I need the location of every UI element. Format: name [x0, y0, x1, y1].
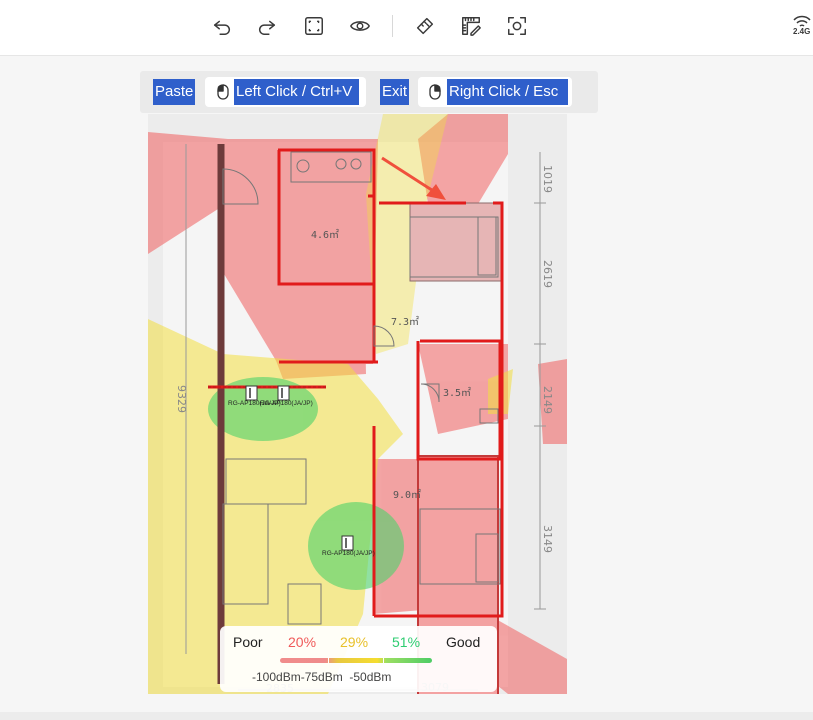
band-label: 2.4G — [793, 27, 811, 36]
legend-dbm-scale: -100dBm-75dBm -50dBm — [252, 670, 392, 684]
paste-label: Paste — [153, 79, 196, 105]
legend-mid-percent: 29% — [340, 634, 369, 650]
dimension-label: 2149 — [541, 386, 554, 414]
legend-tick — [383, 657, 384, 664]
bottom-bar — [0, 712, 813, 720]
toolbar: 2.4G — [0, 0, 813, 56]
undo-icon[interactable] — [209, 13, 235, 39]
room-area-label: 3.5㎡ — [443, 387, 471, 399]
signal-legend: Poor 20% 29% 51% Good -100dBm-75dBm -50d… — [220, 626, 497, 692]
exit-shortcut-text: Right Click / Esc — [447, 79, 568, 105]
legend-gradient-bar — [280, 658, 432, 663]
draw-wall-icon[interactable] — [458, 13, 484, 39]
dimension-label: 2619 — [541, 260, 554, 288]
eye-icon[interactable] — [347, 13, 373, 39]
paste-shortcut-text: Left Click / Ctrl+V — [234, 79, 359, 105]
legend-poor-percent: 20% — [288, 634, 317, 650]
redo-icon[interactable] — [254, 13, 280, 39]
toolbar-divider — [392, 15, 393, 37]
legend-good-percent: 51% — [392, 634, 421, 650]
floorplan-svg: 1019 2619 2149 3149 9329 2835 3079 4.6㎡ … — [148, 114, 567, 694]
legend-good-label: Good — [446, 634, 481, 650]
focus-scan-icon[interactable] — [504, 13, 530, 39]
dimension-label: 3149 — [541, 525, 554, 553]
ruler-icon[interactable] — [412, 13, 438, 39]
paste-hint-bar: Paste Left Click / Ctrl+V Exit Right Cli… — [140, 71, 598, 113]
paste-shortcut-chip: Left Click / Ctrl+V — [205, 77, 366, 107]
ap-label: RG-AP180(JA/JP) — [322, 550, 375, 557]
room-area-label: 7.3㎡ — [391, 316, 419, 328]
mouse-left-click-icon — [217, 84, 229, 100]
exit-label: Exit — [380, 79, 410, 105]
legend-poor-label: Poor — [233, 634, 263, 650]
legend-tick — [328, 657, 329, 664]
ap-label: RG-AP180(JA/JP) — [260, 400, 313, 407]
room-area-label: 4.6㎡ — [311, 229, 339, 241]
floorplan-canvas[interactable]: 1019 2619 2149 3149 9329 2835 3079 4.6㎡ … — [148, 114, 567, 694]
dimension-label: 9329 — [175, 385, 188, 413]
dimension-label: 1019 — [541, 165, 554, 193]
fit-screen-icon[interactable] — [301, 13, 327, 39]
room-area-label: 9.0㎡ — [393, 489, 421, 501]
mouse-right-click-icon — [429, 84, 441, 100]
exit-shortcut-chip: Right Click / Esc — [418, 77, 572, 107]
